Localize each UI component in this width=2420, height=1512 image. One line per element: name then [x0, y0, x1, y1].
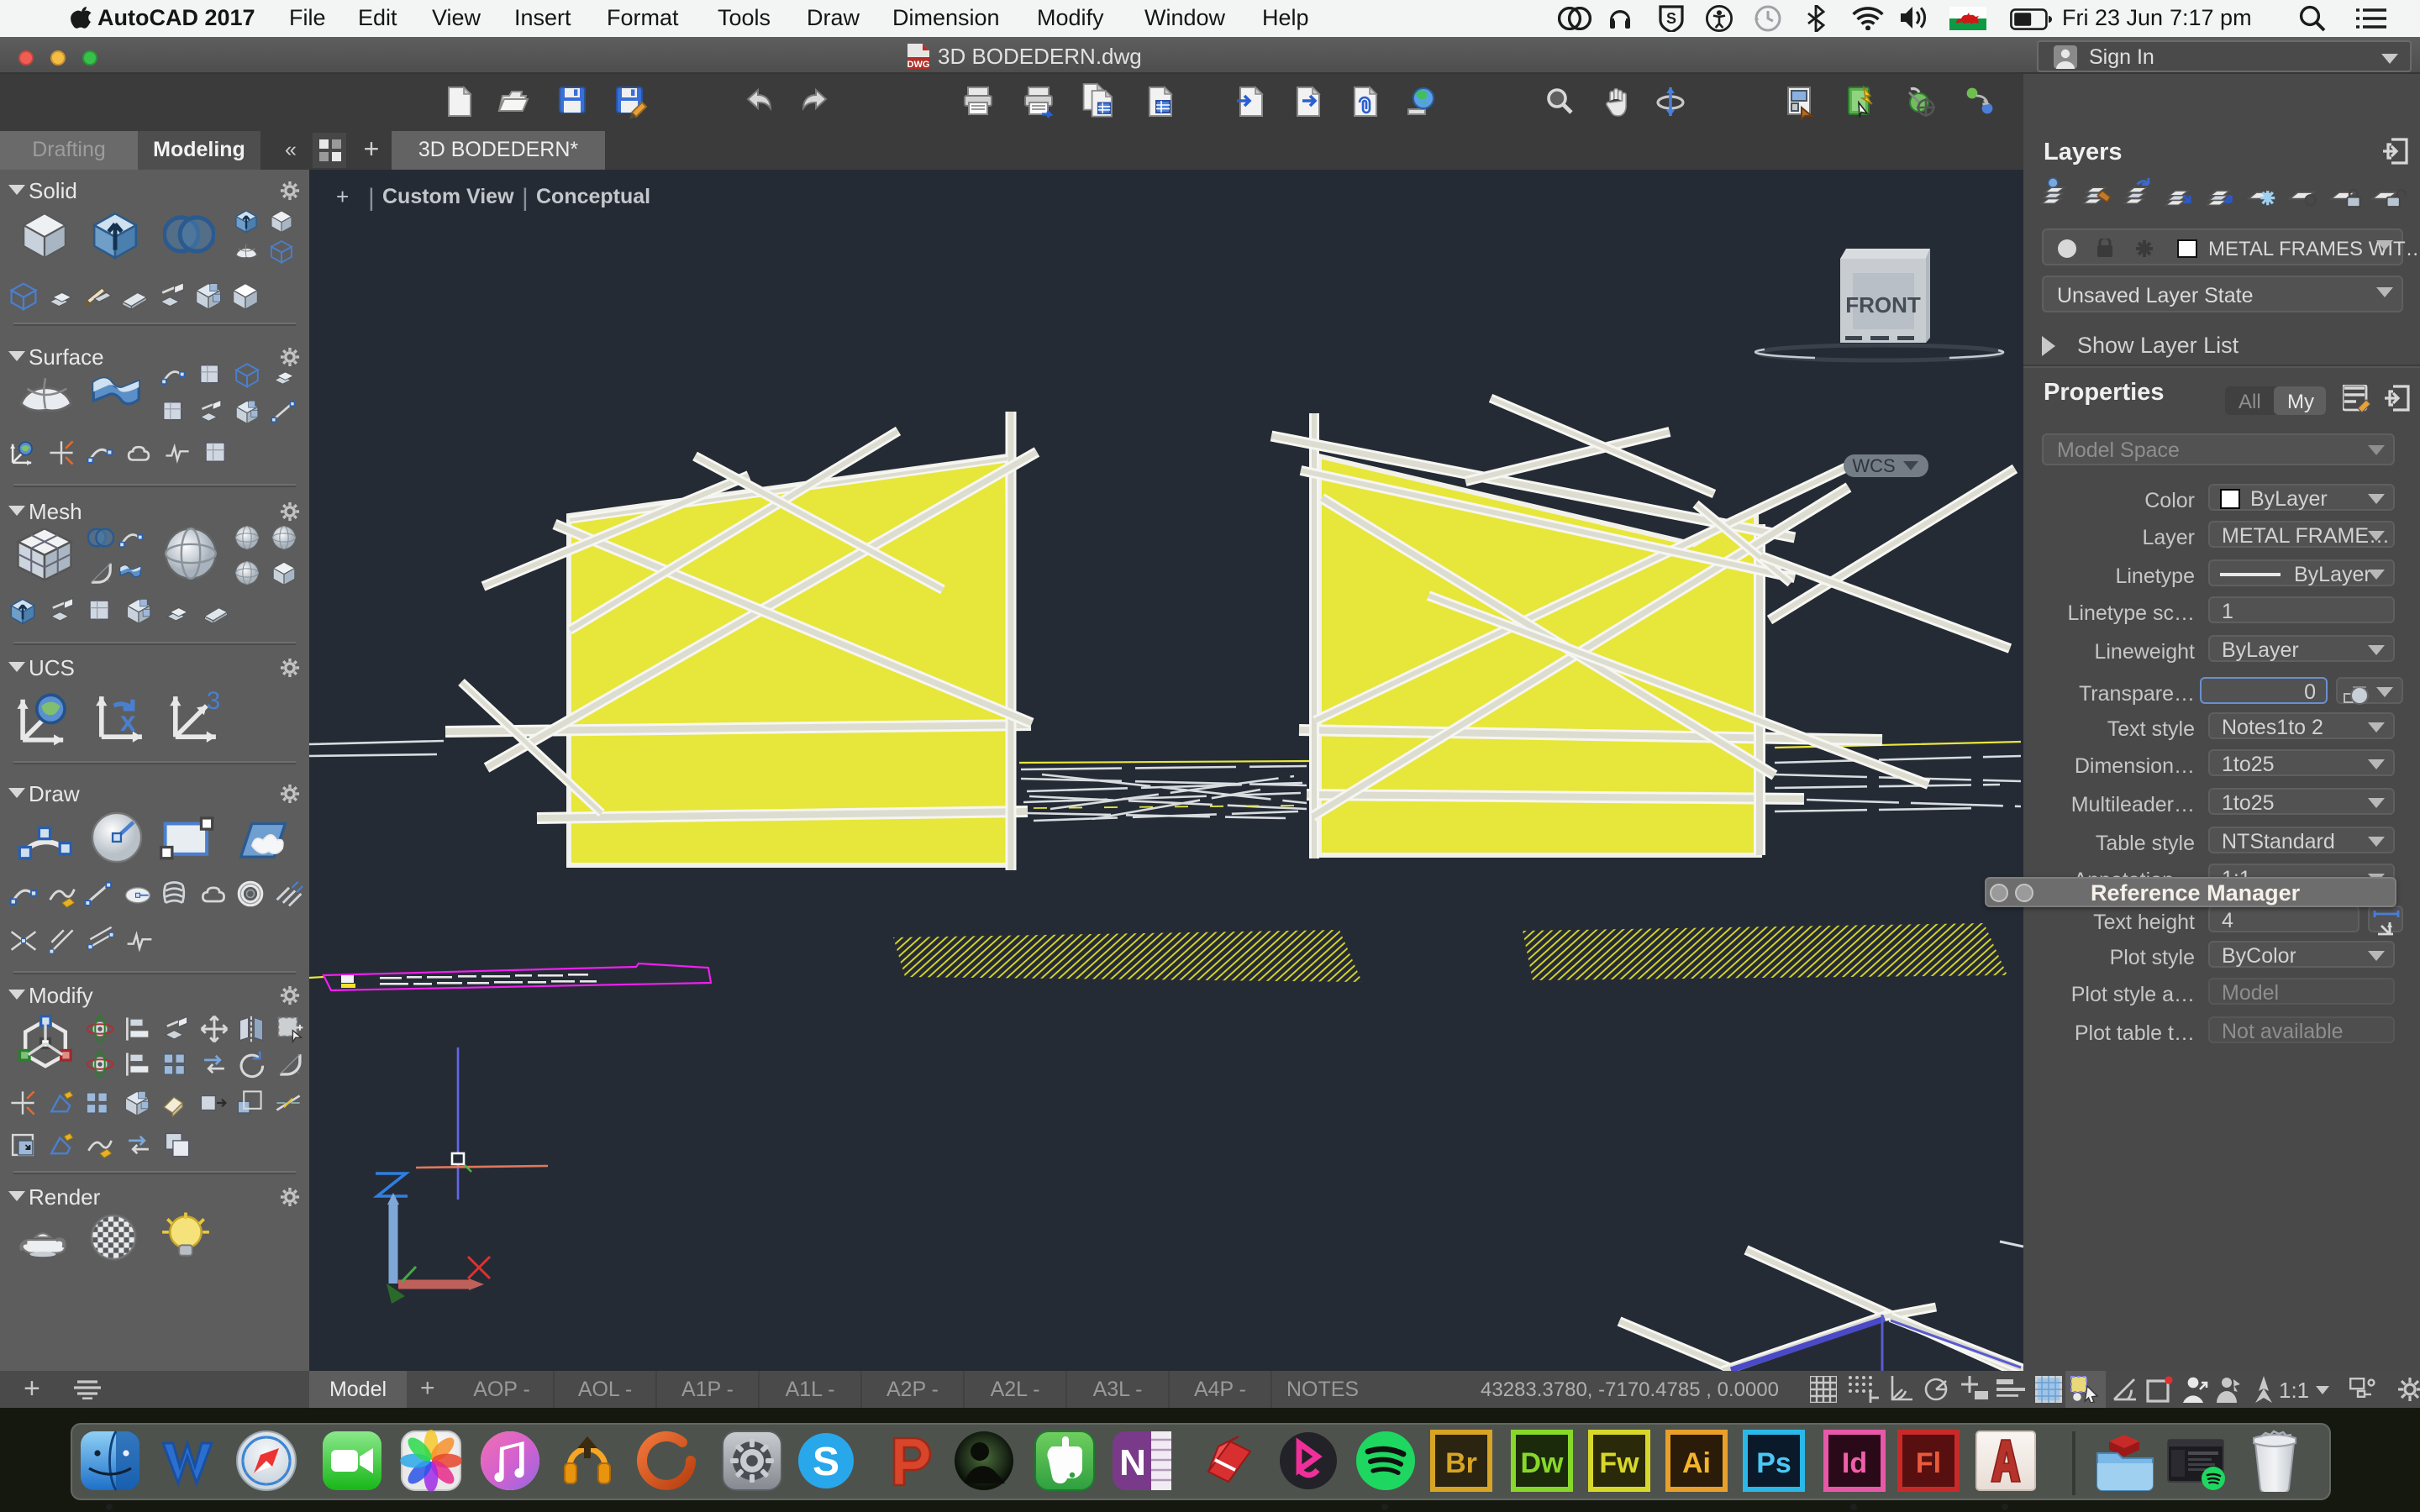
svg-text:Ps: Ps: [1756, 1447, 1791, 1479]
svg-text:|: |: [522, 184, 529, 212]
svg-text:Id: Id: [1842, 1447, 1867, 1479]
svg-text:S: S: [813, 1440, 839, 1484]
svg-text:Dw: Dw: [1521, 1447, 1565, 1479]
svg-text:|: |: [368, 184, 375, 212]
svg-text:DWG: DWG: [908, 60, 930, 69]
svg-text:3: 3: [207, 687, 220, 715]
svg-text:FRONT: FRONT: [1845, 292, 1921, 318]
svg-text:+: +: [336, 184, 349, 209]
svg-text:Ai: Ai: [1682, 1447, 1711, 1479]
svg-text:Fw: Fw: [1599, 1447, 1639, 1479]
svg-text:S: S: [1666, 10, 1676, 27]
svg-text:Conceptual: Conceptual: [536, 185, 650, 208]
svg-text:N: N: [1119, 1442, 1146, 1483]
svg-text:WCS: WCS: [1852, 455, 1895, 476]
svg-text:Fl: Fl: [1916, 1447, 1941, 1479]
svg-text:x: x: [120, 706, 136, 738]
svg-text:Custom View: Custom View: [382, 185, 514, 208]
svg-text:Br: Br: [1445, 1447, 1477, 1479]
